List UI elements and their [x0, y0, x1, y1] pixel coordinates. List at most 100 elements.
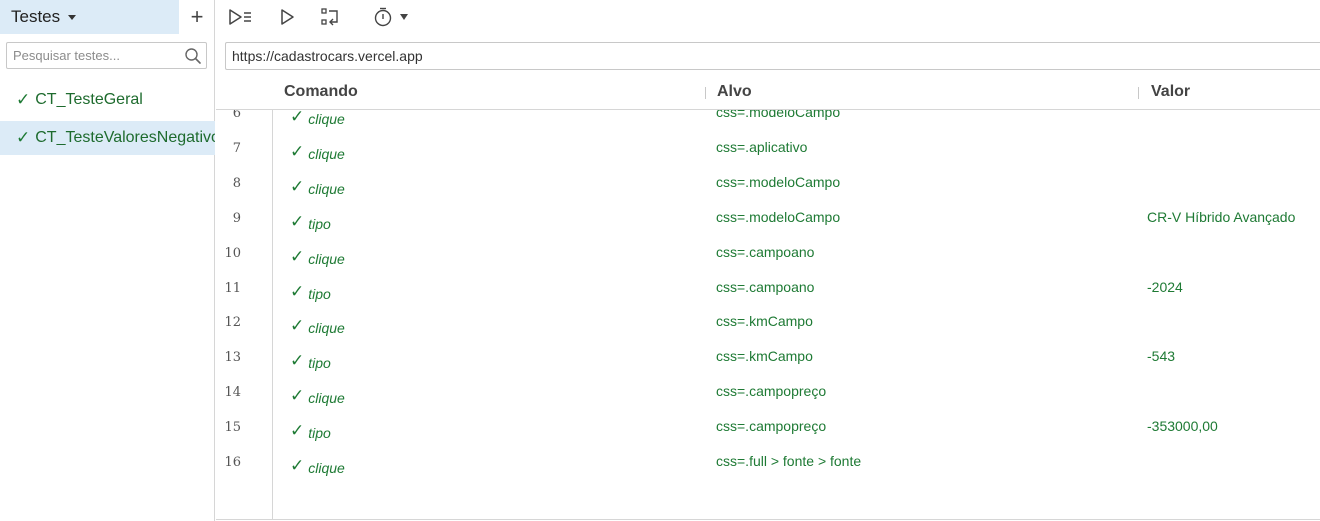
target-cell: css=.campoano	[716, 279, 815, 295]
value-cell: -2024	[1147, 279, 1183, 295]
check-icon: ✓	[290, 110, 305, 126]
check-icon: ✓	[290, 282, 305, 301]
column-header-command: Comando	[284, 83, 358, 100]
add-test-button[interactable]: +	[179, 0, 215, 34]
target-cell: css=.modeloCampo	[716, 174, 841, 190]
row-number: 13	[224, 350, 241, 365]
table-row[interactable]: 16 ✓ clique css=.full > fonte > fonte	[216, 451, 1320, 486]
value-cell: -353000,00	[1147, 418, 1218, 434]
sidebar-header: Testes +	[0, 0, 215, 34]
row-number: 8	[232, 176, 241, 191]
command-cell: ✓ clique	[290, 247, 345, 267]
step-over-icon	[321, 8, 338, 26]
table-row[interactable]: 8 ✓ clique css=.modeloCampo	[216, 172, 1320, 207]
check-icon: ✓	[290, 316, 305, 335]
target-cell: css=.full > fonte > fonte	[716, 453, 862, 469]
run-icon	[281, 9, 294, 25]
test-item-label: CT_TesteValoresNegativos	[35, 129, 215, 146]
speed-button[interactable]	[368, 5, 412, 29]
column-divider[interactable]	[705, 87, 706, 99]
check-icon: ✓	[290, 456, 305, 475]
command-text: clique	[308, 319, 345, 336]
test-item-selected[interactable]: ✓ CT_TesteValoresNegativos	[0, 121, 215, 155]
command-cell: ✓ clique	[290, 110, 345, 127]
commands-table: Comando Alvo Valor 6 ✓ clique css=.modelo…	[216, 78, 1320, 521]
target-cell: css=.campopreço	[716, 418, 827, 434]
table-row[interactable]: 9 ✓ tipo css=.modeloCampo CR-V Híbrido Av…	[216, 207, 1320, 242]
test-item-label: CT_TesteGeral	[35, 91, 143, 108]
target-cell: css=.campopreço	[716, 383, 827, 399]
command-cell: ✓ clique	[290, 456, 345, 476]
column-divider[interactable]	[1138, 87, 1139, 99]
row-number: 11	[224, 281, 241, 296]
column-header-target: Alvo	[717, 83, 752, 100]
timer-icon	[374, 7, 392, 27]
test-suite-dropdown[interactable]: Testes	[0, 0, 179, 34]
command-text: clique	[308, 180, 345, 197]
table-row[interactable]: 10 ✓ clique css=.campoano	[216, 242, 1320, 277]
table-row[interactable]: 6 ✓ clique css=.modeloCampo	[216, 110, 1320, 137]
base-url-input[interactable]	[226, 43, 1320, 69]
target-cell: css=.campoano	[716, 244, 815, 260]
table-body: 6 ✓ clique css=.modeloCampo 7 ✓ clique css…	[216, 110, 1320, 520]
target-cell: css=.modeloCampo	[716, 209, 841, 225]
check-icon: ✓	[290, 247, 305, 266]
command-text: tipo	[308, 354, 331, 371]
command-text: clique	[308, 110, 345, 127]
run-all-icon	[229, 9, 251, 25]
table-row[interactable]: 11 ✓ tipo css=.campoano -2024	[216, 277, 1320, 312]
table-row[interactable]: 14 ✓ clique css=.campopreço	[216, 381, 1320, 416]
run-all-tests-button[interactable]	[226, 5, 254, 29]
target-cell: css=.kmCampo	[716, 348, 813, 364]
command-cell: ✓ tipo	[290, 421, 331, 441]
check-icon: ✓	[290, 386, 305, 405]
search-tests-input[interactable]	[7, 43, 177, 68]
row-number: 9	[232, 211, 241, 226]
target-cell: css=.aplicativo	[716, 139, 808, 155]
search-icon[interactable]	[184, 47, 202, 65]
check-icon: ✓	[290, 212, 305, 231]
command-cell: ✓ clique	[290, 386, 345, 406]
tests-sidebar: Testes + ✓ CT_TesteGeral ✓ CT_TesteValor…	[0, 0, 215, 521]
row-number: 14	[224, 385, 241, 400]
check-icon: ✓	[290, 351, 305, 370]
table-row[interactable]: 13 ✓ tipo css=.kmCampo -543	[216, 346, 1320, 381]
command-cell: ✓ tipo	[290, 212, 331, 232]
row-number: 12	[224, 315, 241, 330]
check-icon: ✓	[16, 128, 31, 147]
command-text: tipo	[308, 285, 331, 302]
command-text: clique	[308, 459, 345, 476]
test-item[interactable]: ✓ CT_TesteGeral	[0, 83, 215, 117]
command-text: tipo	[308, 215, 331, 232]
table-header: Comando Alvo Valor	[216, 78, 1320, 110]
command-cell: ✓ tipo	[290, 282, 331, 302]
table-row[interactable]: 7 ✓ clique css=.aplicativo	[216, 137, 1320, 172]
command-cell: ✓ clique	[290, 142, 345, 162]
command-text: tipo	[308, 424, 331, 441]
sidebar-title: Testes	[11, 7, 61, 26]
table-row[interactable]: 15 ✓ tipo css=.campopreço -353000,00	[216, 416, 1320, 451]
value-cell: CR-V Híbrido Avançado	[1147, 209, 1296, 225]
row-number: 6	[232, 110, 241, 121]
command-cell: ✓ clique	[290, 316, 345, 336]
column-header-value: Valor	[1151, 83, 1191, 100]
check-icon: ✓	[16, 90, 31, 109]
table-row[interactable]: 12 ✓ clique css=.kmCampo	[216, 311, 1320, 346]
run-test-button[interactable]	[276, 5, 298, 29]
check-icon: ✓	[290, 142, 305, 161]
row-number: 16	[224, 455, 241, 470]
command-cell: ✓ tipo	[290, 351, 331, 371]
target-cell: css=.modeloCampo	[716, 110, 841, 120]
toolbar	[216, 0, 1320, 34]
command-text: clique	[308, 250, 345, 267]
chevron-down-icon	[400, 14, 408, 20]
step-over-button[interactable]	[318, 5, 344, 29]
check-icon: ✓	[290, 177, 305, 196]
target-cell: css=.kmCampo	[716, 313, 813, 329]
row-number: 7	[232, 141, 241, 156]
panel-bottom-border	[216, 519, 1320, 520]
command-text: clique	[308, 389, 345, 406]
command-text: clique	[308, 145, 345, 162]
search-box	[6, 42, 207, 69]
caret-down-icon	[68, 14, 77, 20]
